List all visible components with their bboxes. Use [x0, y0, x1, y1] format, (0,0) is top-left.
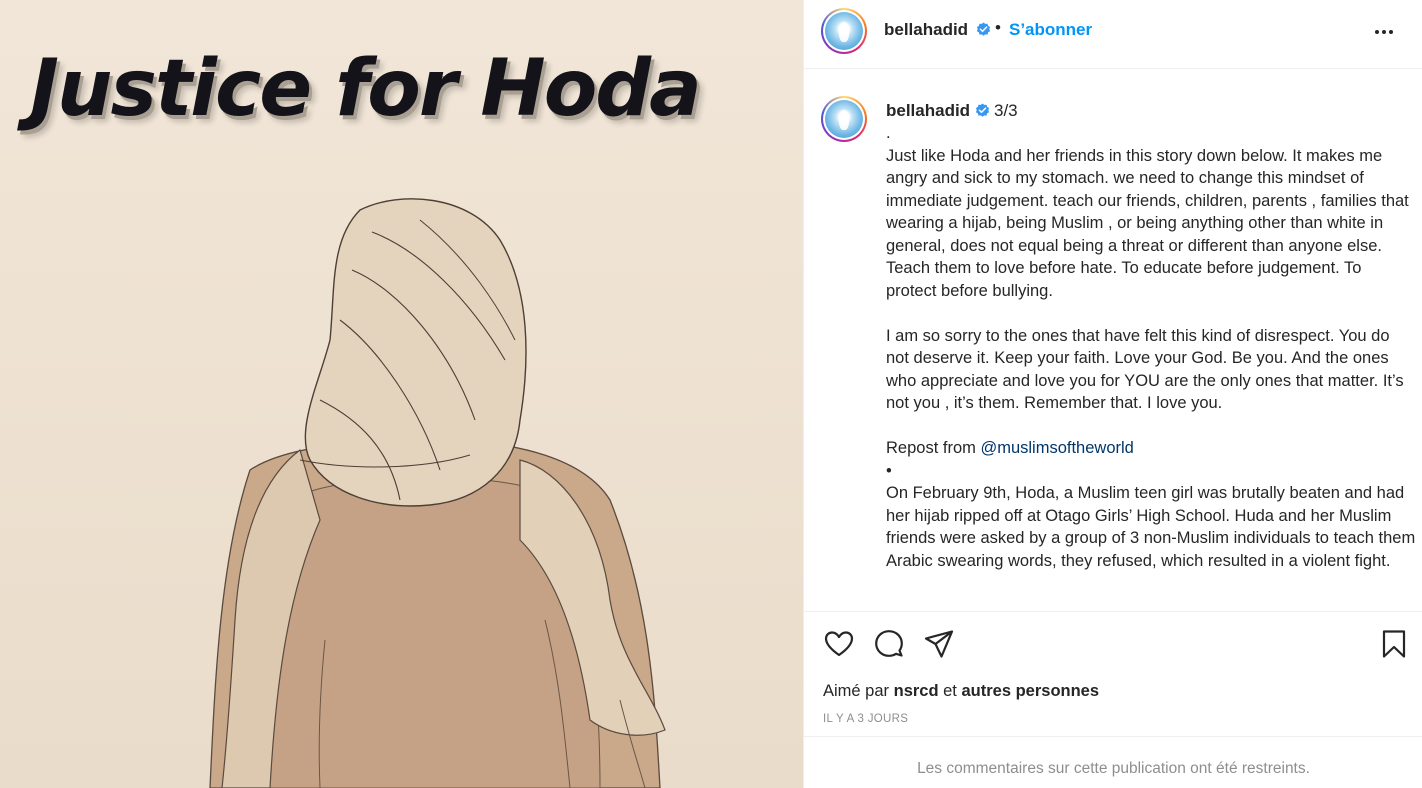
post-details-panel: bellahadid • S’abonner bellahadid 3/3 . …	[803, 0, 1422, 788]
post-image[interactable]: Justice for Hoda	[0, 0, 803, 788]
liked-by-and: et	[938, 682, 962, 700]
heart-icon[interactable]	[823, 628, 855, 660]
mention-link[interactable]: @muslimsoftheworld	[980, 439, 1133, 457]
post-actions: Aimé par nsrcd et autres personnes IL Y …	[804, 611, 1422, 737]
caption-paragraph: . Just like Hoda and her friends in this…	[886, 124, 1409, 300]
liked-by: Aimé par nsrcd et autres personnes	[823, 682, 1099, 701]
paper-plane-icon[interactable]	[923, 628, 955, 660]
verified-badge-icon	[975, 103, 990, 117]
follow-button[interactable]: S’abonner	[1009, 20, 1092, 40]
verified-badge-icon	[976, 22, 991, 36]
post-header: bellahadid • S’abonner	[804, 0, 1422, 69]
caption-paragraph: On February 9th, Hoda, a Muslim teen gir…	[886, 484, 1416, 570]
author-username[interactable]: bellahadid	[884, 20, 968, 40]
repost-line: Repost from @muslimsoftheworld	[886, 437, 1416, 460]
post-timestamp[interactable]: IL Y A 3 JOURS	[823, 713, 908, 725]
liked-by-prefix: Aimé par	[823, 682, 894, 700]
comment-icon[interactable]	[873, 628, 905, 660]
more-options-icon[interactable]	[1370, 22, 1400, 42]
liked-by-others[interactable]: autres personnes	[961, 682, 1099, 700]
bookmark-icon[interactable]	[1378, 628, 1410, 660]
caption-paragraph: I am so sorry to the ones that have felt…	[886, 326, 1404, 413]
caption-username[interactable]: bellahadid	[886, 101, 970, 121]
caption-author-avatar[interactable]	[821, 96, 867, 142]
caption-text: . Just like Hoda and her friends in this…	[886, 122, 1416, 572]
caption-counter: 3/3	[994, 101, 1018, 120]
author-avatar[interactable]	[821, 8, 867, 54]
separator-dot: •	[995, 18, 1001, 37]
post-headline: Justice for Hoda	[30, 44, 702, 134]
liked-by-user[interactable]: nsrcd	[894, 682, 939, 700]
bullet: •	[886, 461, 892, 480]
comments-restricted-notice: Les commentaires sur cette publication o…	[917, 760, 1310, 777]
caption-area: bellahadid 3/3 . Just like Hoda and her …	[804, 70, 1422, 610]
repost-prefix: Repost from	[886, 439, 981, 457]
